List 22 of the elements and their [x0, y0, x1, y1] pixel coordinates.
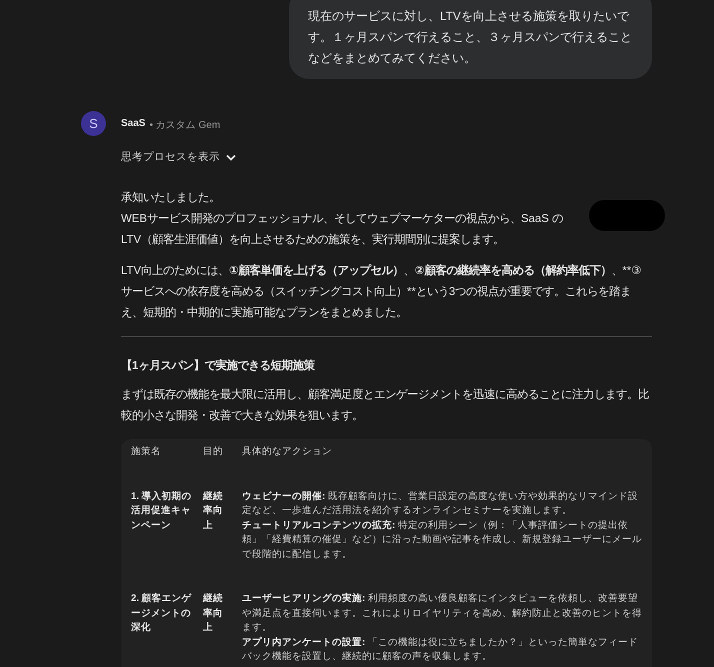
table-cell-text: 継続率向上	[203, 592, 224, 635]
chevron-icon	[226, 154, 236, 160]
action-text: ユーザーヒアリングの実施: 利用頻度の高い優良顧客にインタビューを依頼し、改善要望や満足点を直接伺います。これによりロイヤリティを高め、解約防止と改善のヒントを得ます。	[242, 592, 642, 635]
column-header: 目的	[203, 445, 224, 459]
author-name: SaaS	[121, 118, 146, 131]
response-paragraph: WEBサービス開発のプロフェッショナル、そしてウェブマーケターの視点から、SaaS のLTV（顧客生涯価値）を向上させるための施策を、実行期間別に提案します。	[121, 211, 564, 248]
action-text: アプリ内アンケートの設置: 「この機能は役に立ちましたか？」といった簡単なフィードバック機能を設置し、継続的に顧客の声を収集します。	[242, 636, 639, 664]
column-header: 施策名	[131, 445, 162, 459]
user-message: 現在のサービスに対し、LTVを向上させる施策を取りたいです。１ヶ月スパンで行えること、３ヶ月スパンで行えることなどをまとめてみてください。	[289, 0, 652, 79]
column-header: 具体的なアクション	[242, 445, 333, 459]
response-paragraph: LTV向上のためには、①顧客単価を上げる（アップセル）、②顧客の継続率を高める（解約率低下）、**③ サービスへの依存度を高める（スイッチングコスト向上）**という3つの視点が重要です。これらを踏まえ、短期的・中期的に実施可能なプランをまとめました。	[121, 263, 642, 321]
action-text: ウェビナーの開催: 既存顧客向けに、営業日設定の高度な使い方や効果的なリマインド設定など、一歩進んだ活用法を紹介するオンラインセミナーを実施します。	[242, 490, 639, 518]
section-text: まずは既存の機能を最大限に活用し、顧客満足度とエンゲージメントを迅速に高めることに注力します。比較的小さな開発・改善で大きな効果を狙います。	[121, 387, 650, 424]
table-cell-text: 1. 導入初期の活用促進キャンペーン	[131, 490, 193, 532]
section-heading: 【1ヶ月スパン】で実施できる短期施策	[121, 358, 316, 374]
table-cell-text: 継続率向上	[203, 490, 224, 532]
thinking-toggle[interactable]: 思考プロセスを表示	[121, 150, 236, 164]
author-suffix: • カスタム Gem	[149, 119, 220, 132]
table-cell-text: 2. 顧客エンゲージメントの深化	[131, 592, 193, 635]
response-paragraph: 承知いたしました。	[121, 190, 221, 206]
action-text: チュートリアルコンテンツの拡充: 特定の利用シーン（例：「人事評価シートの提出依頼」「経費精算の催促」など）に沿った動画や記事を作成し、新規登録ユーザーにメールで段階的に配信します。	[242, 518, 642, 562]
avatar: S	[81, 111, 106, 136]
